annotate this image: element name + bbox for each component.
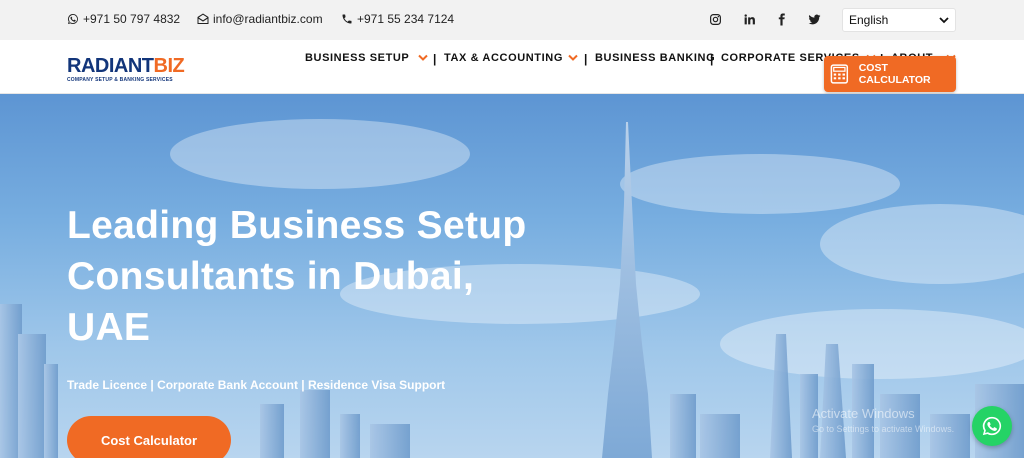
twitter-icon [808, 14, 820, 24]
whatsapp-contact[interactable]: +971 50 797 4832 [67, 12, 180, 26]
nav-separator: | [584, 52, 588, 66]
language-selected: English [849, 13, 889, 27]
chevron-down-icon[interactable] [418, 54, 428, 62]
logo-part-biz: BIZ [153, 55, 185, 77]
facebook-icon [778, 13, 785, 25]
chevron-down-icon [939, 17, 949, 24]
radiantbiz-logo[interactable]: RADIANTBIZ COMPANY SETUP & BANKING SERVI… [67, 55, 185, 83]
nav-item-business-banking[interactable]: BUSINESS BANKING [595, 52, 715, 64]
phone-number: +971 55 234 7124 [357, 12, 455, 26]
top-contact-bar: +971 50 797 4832 info@radiantbiz.com +97… [0, 0, 1024, 40]
hero-cost-calculator-button[interactable]: Cost Calculator [67, 416, 231, 458]
whatsapp-icon [982, 416, 1002, 436]
phone-icon [342, 14, 352, 24]
cost-calculator-button[interactable]: COST CALCULATOR [824, 56, 956, 92]
linkedin-link[interactable] [740, 10, 758, 28]
instagram-icon [709, 13, 721, 25]
nav-separator: | [710, 52, 714, 66]
email-contact[interactable]: info@radiantbiz.com [197, 12, 323, 26]
logo-part-radiant: RADIANT [67, 55, 154, 77]
instagram-link[interactable] [706, 10, 724, 28]
twitter-link[interactable] [805, 10, 823, 28]
nav-separator: | [433, 52, 437, 66]
chevron-down-icon[interactable] [568, 54, 578, 62]
hero-title: Leading Business Setup Consultants in Du… [67, 204, 527, 349]
whatsapp-number: +971 50 797 4832 [83, 12, 181, 26]
windows-activation-watermark: Activate Windows [812, 406, 915, 421]
cost-calculator-label: COST CALCULATOR [858, 62, 931, 86]
hero-subtitle: Trade Licence | Corporate Bank Account |… [67, 378, 446, 392]
facebook-link[interactable] [772, 10, 790, 28]
envelope-icon [197, 13, 209, 24]
nav-item-tax-accounting[interactable]: TAX & ACCOUNTING [444, 52, 563, 64]
hero-banner: Leading Business Setup Consultants in Du… [0, 94, 1024, 458]
calculator-icon [830, 64, 849, 84]
whatsapp-icon [68, 14, 78, 24]
phone-contact[interactable]: +971 55 234 7124 [341, 12, 454, 26]
linkedin-icon [743, 13, 755, 24]
language-select[interactable]: English [842, 8, 956, 32]
windows-activation-hint: Go to Settings to activate Windows. [812, 424, 955, 434]
whatsapp-chat-button[interactable] [972, 406, 1012, 446]
logo-tagline: COMPANY SETUP & BANKING SERVICES [67, 77, 173, 83]
email-address: info@radiantbiz.com [213, 12, 323, 26]
nav-item-business-setup[interactable]: BUSINESS SETUP [305, 52, 409, 64]
